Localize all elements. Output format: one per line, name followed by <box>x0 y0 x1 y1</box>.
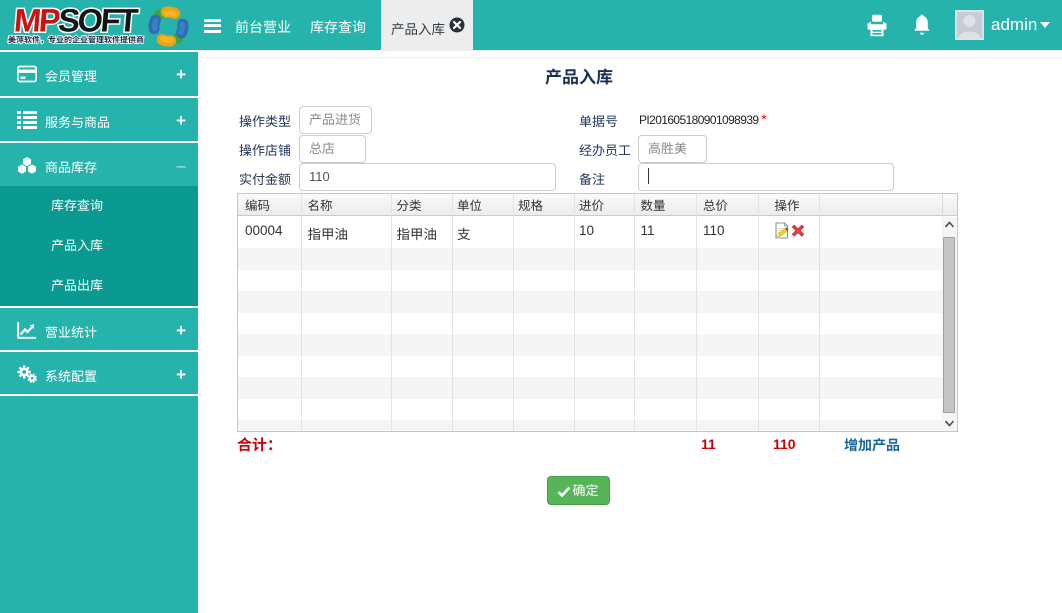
svg-text:美萍软件，专业的企业管理软件提供商: 美萍软件，专业的企业管理软件提供商 <box>8 35 144 46</box>
svg-text:MPSOFT: MPSOFT <box>13 3 140 39</box>
